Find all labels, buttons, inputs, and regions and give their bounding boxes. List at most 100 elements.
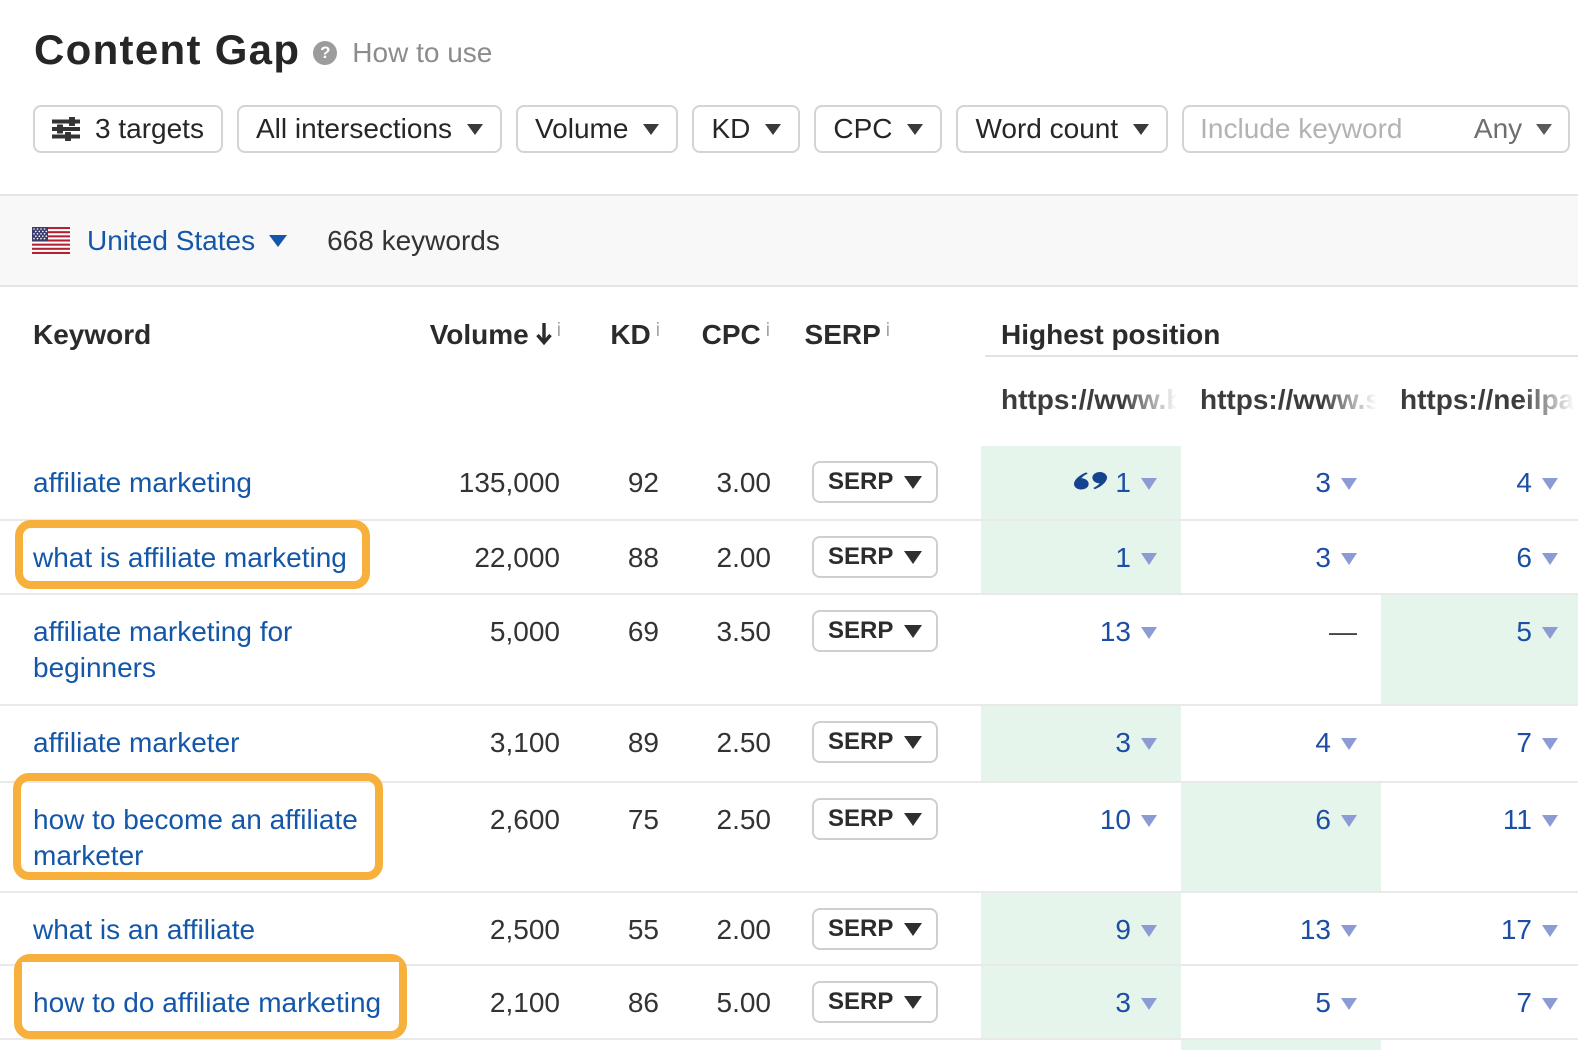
keyword-link[interactable]: what is affiliate marketing xyxy=(33,542,347,573)
position-cell: 6 xyxy=(1181,783,1381,891)
chevron-down-icon[interactable] xyxy=(1536,124,1552,135)
chevron-down-icon[interactable] xyxy=(1341,553,1357,565)
keyword-link[interactable]: how to become an affiliate marketer xyxy=(33,804,358,871)
cpc-cell: 2.00 xyxy=(659,521,771,576)
match-mode-label[interactable]: Any xyxy=(1474,113,1522,145)
chevron-down-icon[interactable] xyxy=(1141,815,1157,827)
chevron-down-icon[interactable] xyxy=(1542,553,1558,565)
position-value[interactable]: 13 xyxy=(1100,616,1131,647)
country-selector[interactable]: United States xyxy=(87,225,255,257)
serp-dropdown-button[interactable]: SERP xyxy=(812,798,938,840)
serp-dropdown-button[interactable]: SERP xyxy=(812,908,938,950)
chevron-down-icon[interactable] xyxy=(1141,998,1157,1010)
serp-cell: SERP xyxy=(812,721,938,763)
column-header-cpc[interactable]: CPCi xyxy=(660,317,770,353)
keyword-link[interactable]: what is an affiliate xyxy=(33,914,255,945)
keyword-cell: affiliate marketing for beginners xyxy=(33,595,401,686)
serp-cell: SERP xyxy=(812,798,938,840)
table-row xyxy=(0,1040,1578,1050)
serp-dropdown-button[interactable]: SERP xyxy=(812,610,938,652)
info-icon[interactable]: i xyxy=(886,320,890,341)
chevron-down-icon[interactable] xyxy=(269,235,287,247)
chevron-down-icon[interactable] xyxy=(1542,478,1558,490)
position-value[interactable]: 7 xyxy=(1516,987,1532,1018)
position-value[interactable]: 4 xyxy=(1516,467,1532,498)
volume-cell: 3,100 xyxy=(380,706,560,761)
target-url-1[interactable]: https://www.bi xyxy=(1001,382,1181,418)
position-value[interactable]: 5 xyxy=(1315,987,1331,1018)
position-value[interactable]: 10 xyxy=(1100,804,1131,835)
word-count-filter-dropdown[interactable]: Word count xyxy=(956,105,1168,153)
chevron-down-icon[interactable] xyxy=(1542,925,1558,937)
chevron-down-icon xyxy=(904,476,922,489)
serp-dropdown-button[interactable]: SERP xyxy=(812,536,938,578)
chevron-down-icon xyxy=(907,124,923,135)
position-value[interactable]: 5 xyxy=(1516,616,1532,647)
chevron-down-icon xyxy=(765,124,781,135)
volume-filter-dropdown[interactable]: Volume xyxy=(516,105,678,153)
position-value[interactable]: 17 xyxy=(1501,914,1532,945)
column-header-highest-position: Highest position xyxy=(1001,317,1220,353)
position-value[interactable]: 3 xyxy=(1315,542,1331,573)
keyword-link[interactable]: affiliate marketing for beginners xyxy=(33,616,292,683)
cpc-cell: 5.00 xyxy=(659,966,771,1021)
chevron-down-icon[interactable] xyxy=(1341,815,1357,827)
chevron-down-icon[interactable] xyxy=(1141,478,1157,490)
position-value[interactable]: 7 xyxy=(1516,727,1532,758)
help-icon[interactable]: ? xyxy=(313,41,337,65)
chevron-down-icon[interactable] xyxy=(1141,925,1157,937)
table-row: affiliate marketing for beginners5,00069… xyxy=(0,595,1578,706)
kd-filter-dropdown[interactable]: KD xyxy=(692,105,800,153)
serp-dropdown-button[interactable]: SERP xyxy=(812,981,938,1023)
position-cell: 13 xyxy=(1181,893,1381,964)
column-header-volume[interactable]: Volumei xyxy=(380,317,561,353)
position-value[interactable]: 3 xyxy=(1315,467,1331,498)
position-value[interactable]: 3 xyxy=(1115,987,1131,1018)
keyword-link[interactable]: how to do affiliate marketing xyxy=(33,987,381,1018)
how-to-use-link[interactable]: How to use xyxy=(352,37,492,69)
kd-cell: 86 xyxy=(560,966,659,1021)
content-gap-page: Content Gap ? How to use 3 targets All i… xyxy=(0,0,1578,1050)
position-value[interactable]: 9 xyxy=(1115,914,1131,945)
target-url-2[interactable]: https://www.sl xyxy=(1200,382,1380,418)
position-value[interactable]: 1 xyxy=(1115,542,1131,573)
position-value[interactable]: 11 xyxy=(1503,804,1532,835)
target-url-3[interactable]: https://neilpat xyxy=(1400,382,1578,418)
position-value[interactable]: 13 xyxy=(1300,914,1331,945)
chevron-down-icon[interactable] xyxy=(1341,738,1357,750)
position-value[interactable]: 6 xyxy=(1315,804,1331,835)
cpc-filter-dropdown[interactable]: CPC xyxy=(814,105,942,153)
intersections-dropdown[interactable]: All intersections xyxy=(237,105,502,153)
chevron-down-icon[interactable] xyxy=(1341,478,1357,490)
chevron-down-icon[interactable] xyxy=(1542,815,1558,827)
position-cell: 5 xyxy=(1181,966,1381,1038)
position-cell: 1 xyxy=(981,521,1181,593)
keyword-link[interactable]: affiliate marketer xyxy=(33,727,239,758)
chevron-down-icon[interactable] xyxy=(1542,998,1558,1010)
chevron-down-icon[interactable] xyxy=(1141,738,1157,750)
include-keyword-input[interactable] xyxy=(1200,113,1474,145)
serp-dropdown-button[interactable]: SERP xyxy=(812,461,938,503)
column-header-keyword[interactable]: Keyword xyxy=(33,317,151,353)
position-value[interactable]: 1 xyxy=(1115,467,1131,498)
chevron-down-icon[interactable] xyxy=(1341,998,1357,1010)
volume-cell: 22,000 xyxy=(380,521,560,576)
keyword-cell: what is affiliate marketing xyxy=(33,521,401,576)
table-row: affiliate marketer3,100892.50SERP347 xyxy=(0,706,1578,783)
serp-dropdown-button[interactable]: SERP xyxy=(812,721,938,763)
position-value[interactable]: 6 xyxy=(1516,542,1532,573)
chevron-down-icon[interactable] xyxy=(1341,925,1357,937)
column-header-kd[interactable]: KDi xyxy=(560,317,660,353)
chevron-down-icon[interactable] xyxy=(1542,738,1558,750)
chevron-down-icon[interactable] xyxy=(1141,627,1157,639)
position-value[interactable]: 3 xyxy=(1115,727,1131,758)
position-value[interactable]: 4 xyxy=(1315,727,1331,758)
keyword-link[interactable]: affiliate marketing xyxy=(33,467,252,498)
chevron-down-icon[interactable] xyxy=(1542,627,1558,639)
page-title: Content Gap xyxy=(34,26,300,74)
volume-cell: 2,100 xyxy=(380,966,560,1021)
column-header-serp[interactable]: SERPi xyxy=(770,317,890,353)
targets-button[interactable]: 3 targets xyxy=(33,105,223,153)
chevron-down-icon[interactable] xyxy=(1141,553,1157,565)
keyword-cell: what is an affiliate xyxy=(33,893,401,948)
